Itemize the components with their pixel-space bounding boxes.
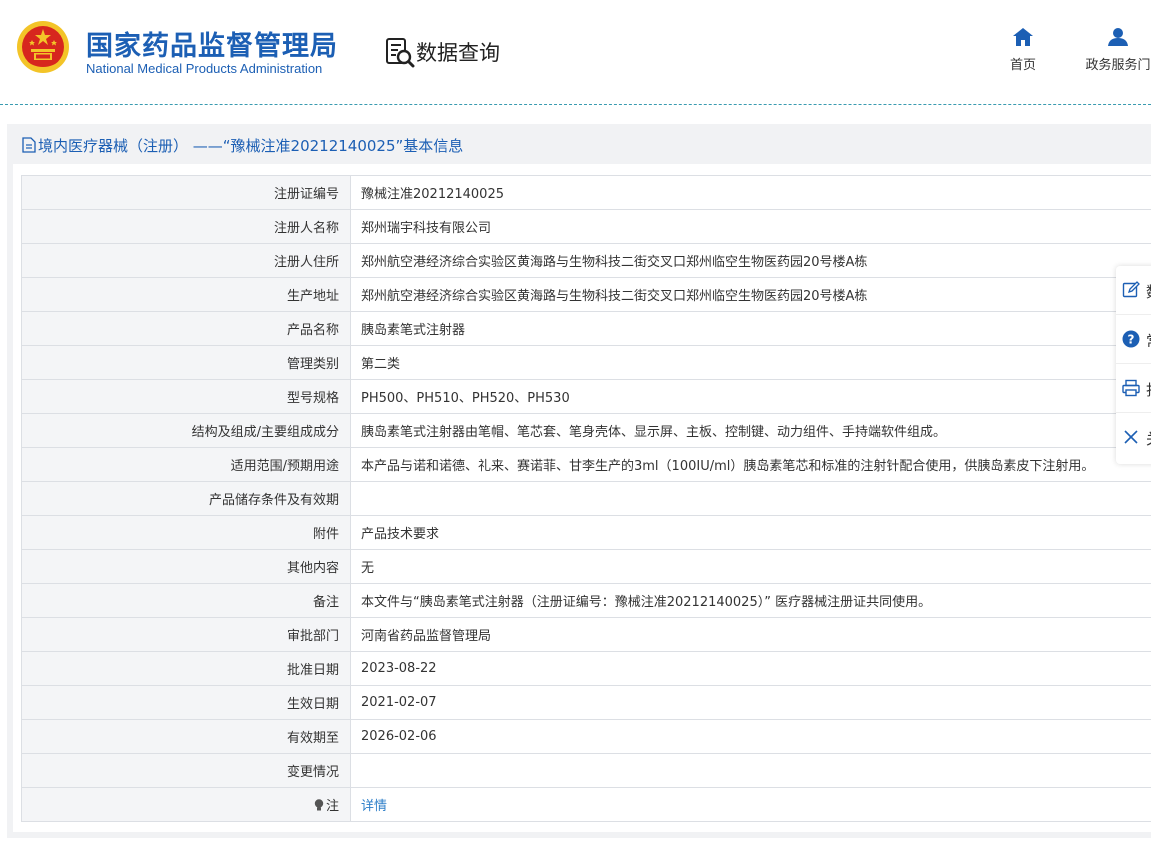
row-label: 其他内容 (21, 549, 351, 584)
nav-home[interactable]: 首页 (1006, 28, 1040, 73)
row-value: 本文件与“胰岛素笔式注射器（注册证编号：豫械注准20212140025）” 医疗… (350, 583, 1151, 618)
row-value (350, 481, 1151, 516)
table-row: 注册人名称 郑州瑞宇科技有限公司 (21, 209, 1151, 244)
print-icon (1122, 379, 1140, 397)
float-faq-label: 常 (1146, 330, 1151, 351)
row-label: 附件 (21, 515, 351, 550)
table-row: 适用范围/预期用途 本产品与诺和诺德、礼来、赛诺菲、甘李生产的3ml（100IU/… (21, 447, 1151, 482)
table-row: 有效期至 2026-02-06 (21, 719, 1151, 754)
document-icon (22, 137, 36, 153)
row-label: 适用范围/预期用途 (21, 447, 351, 482)
row-label: 管理类别 (21, 345, 351, 380)
panel-title-bar: 境内医疗器械（注册） ——“豫械注准20212140025”基本信息 (7, 124, 1151, 164)
details-link[interactable]: 详情 (361, 799, 387, 814)
org-name-en: National Medical Products Administration (86, 61, 323, 76)
section-title: 数据查询 (416, 41, 500, 65)
note-label: 注 (325, 799, 339, 814)
site-header: 国家药品监督管理局 National Medical Products Admi… (0, 0, 1151, 104)
svg-text:?: ? (1128, 333, 1135, 347)
row-label: 结构及组成/主要组成成分 (21, 413, 351, 448)
panel-body: 注册证编号 豫械注准20212140025 注册人名称 郑州瑞宇科技有限公司 注册人住所… (13, 164, 1151, 832)
row-label: 备注 (21, 583, 351, 618)
table-row: 型号规格 PH500、PH510、PH520、PH530 (21, 379, 1151, 414)
data-query-icon (386, 38, 415, 68)
table-row: 附件 产品技术要求 (21, 515, 1151, 550)
table-row: 结构及组成/主要组成成分 胰岛素笔式注射器由笔帽、笔芯套、笔身壳体、显示屏、主板、… (21, 413, 1151, 448)
table-row-note: 注 详情 (21, 787, 1151, 822)
nav-gov-service[interactable]: 政务服务门 (1078, 28, 1151, 73)
user-icon (1108, 28, 1128, 46)
table-row: 产品储存条件及有效期 (21, 481, 1151, 516)
row-label: 注册人名称 (21, 209, 351, 244)
floating-toolbar: 数 ? 常 打 关 (1116, 266, 1151, 464)
table-row: 批准日期 2023-08-22 (21, 651, 1151, 686)
panel-title: 境内医疗器械（注册） ——“豫械注准20212140025”基本信息 (38, 137, 464, 155)
detail-panel: 境内医疗器械（注册） ——“豫械注准20212140025”基本信息 注册证编号… (7, 124, 1151, 838)
row-value: 详情 (350, 787, 1151, 822)
float-print-label: 打 (1146, 379, 1151, 400)
row-value: 胰岛素笔式注射器 (350, 311, 1151, 346)
edit-icon (1122, 281, 1140, 298)
row-value (350, 753, 1151, 788)
row-value: 郑州航空港经济综合实验区黄海路与生物科技二街交叉口郑州临空生物医药园20号楼A栋 (350, 243, 1151, 278)
nav-gov-label: 政务服务门 (1085, 58, 1151, 73)
table-row: 备注 本文件与“胰岛素笔式注射器（注册证编号：豫械注准20212140025）” … (21, 583, 1151, 618)
info-table: 注册证编号 豫械注准20212140025 注册人名称 郑州瑞宇科技有限公司 注册人住所… (21, 175, 1151, 822)
table-row: 生产地址 郑州航空港经济综合实验区黄海路与生物科技二街交叉口郑州临空生物医药园20… (21, 277, 1151, 312)
row-value: 2021-02-07 (350, 685, 1151, 720)
national-emblem-icon (17, 21, 69, 73)
row-label: 注 (21, 787, 351, 822)
table-row: 产品名称 胰岛素笔式注射器 (21, 311, 1151, 346)
row-value: 本产品与诺和诺德、礼来、赛诺菲、甘李生产的3ml（100IU/ml）胰岛素笔芯和… (350, 447, 1151, 482)
table-row: 生效日期 2021-02-07 (21, 685, 1151, 720)
row-value: 豫械注准20212140025 (350, 175, 1151, 210)
row-value: 2026-02-06 (350, 719, 1151, 754)
close-icon (1124, 430, 1138, 444)
header-divider (0, 104, 1151, 105)
home-icon (1013, 28, 1033, 46)
row-label: 型号规格 (21, 379, 351, 414)
row-value: 郑州瑞宇科技有限公司 (350, 209, 1151, 244)
org-name-cn: 国家药品监督管理局 (86, 31, 338, 62)
float-print-button[interactable]: 打 (1116, 364, 1151, 413)
lightbulb-icon (314, 799, 324, 811)
row-value: 2023-08-22 (350, 651, 1151, 686)
table-row: 注册人住所 郑州航空港经济综合实验区黄海路与生物科技二街交叉口郑州临空生物医药园2… (21, 243, 1151, 278)
row-label: 有效期至 (21, 719, 351, 754)
row-value: 无 (350, 549, 1151, 584)
row-value: 郑州航空港经济综合实验区黄海路与生物科技二街交叉口郑州临空生物医药园20号楼A栋 (350, 277, 1151, 312)
float-close-label: 关 (1146, 428, 1151, 449)
row-label: 生产地址 (21, 277, 351, 312)
float-data-button[interactable]: 数 (1116, 266, 1151, 315)
table-row: 其他内容无 (21, 549, 1151, 584)
row-value: 第二类 (350, 345, 1151, 380)
row-label: 审批部门 (21, 617, 351, 652)
row-value: PH500、PH510、PH520、PH530 (350, 379, 1151, 414)
row-value: 产品技术要求 (350, 515, 1151, 550)
row-label: 批准日期 (21, 651, 351, 686)
nav-home-label: 首页 (1009, 58, 1036, 73)
row-label: 注册人住所 (21, 243, 351, 278)
row-label: 产品名称 (21, 311, 351, 346)
table-row: 管理类别 第二类 (21, 345, 1151, 380)
float-close-button[interactable]: 关 (1116, 413, 1151, 461)
row-label: 变更情况 (21, 753, 351, 788)
float-data-label: 数 (1146, 281, 1151, 302)
float-faq-button[interactable]: ? 常 (1116, 315, 1151, 364)
table-row: 变更情况 (21, 753, 1151, 788)
row-value: 胰岛素笔式注射器由笔帽、笔芯套、笔身壳体、显示屏、主板、控制键、动力组件、手持端… (350, 413, 1151, 448)
row-value: 河南省药品监督管理局 (350, 617, 1151, 652)
row-label: 产品储存条件及有效期 (21, 481, 351, 516)
table-row: 审批部门 河南省药品监督管理局 (21, 617, 1151, 652)
row-label: 注册证编号 (21, 175, 351, 210)
table-row: 注册证编号 豫械注准20212140025 (21, 175, 1151, 210)
help-icon: ? (1122, 330, 1140, 348)
row-label: 生效日期 (21, 685, 351, 720)
